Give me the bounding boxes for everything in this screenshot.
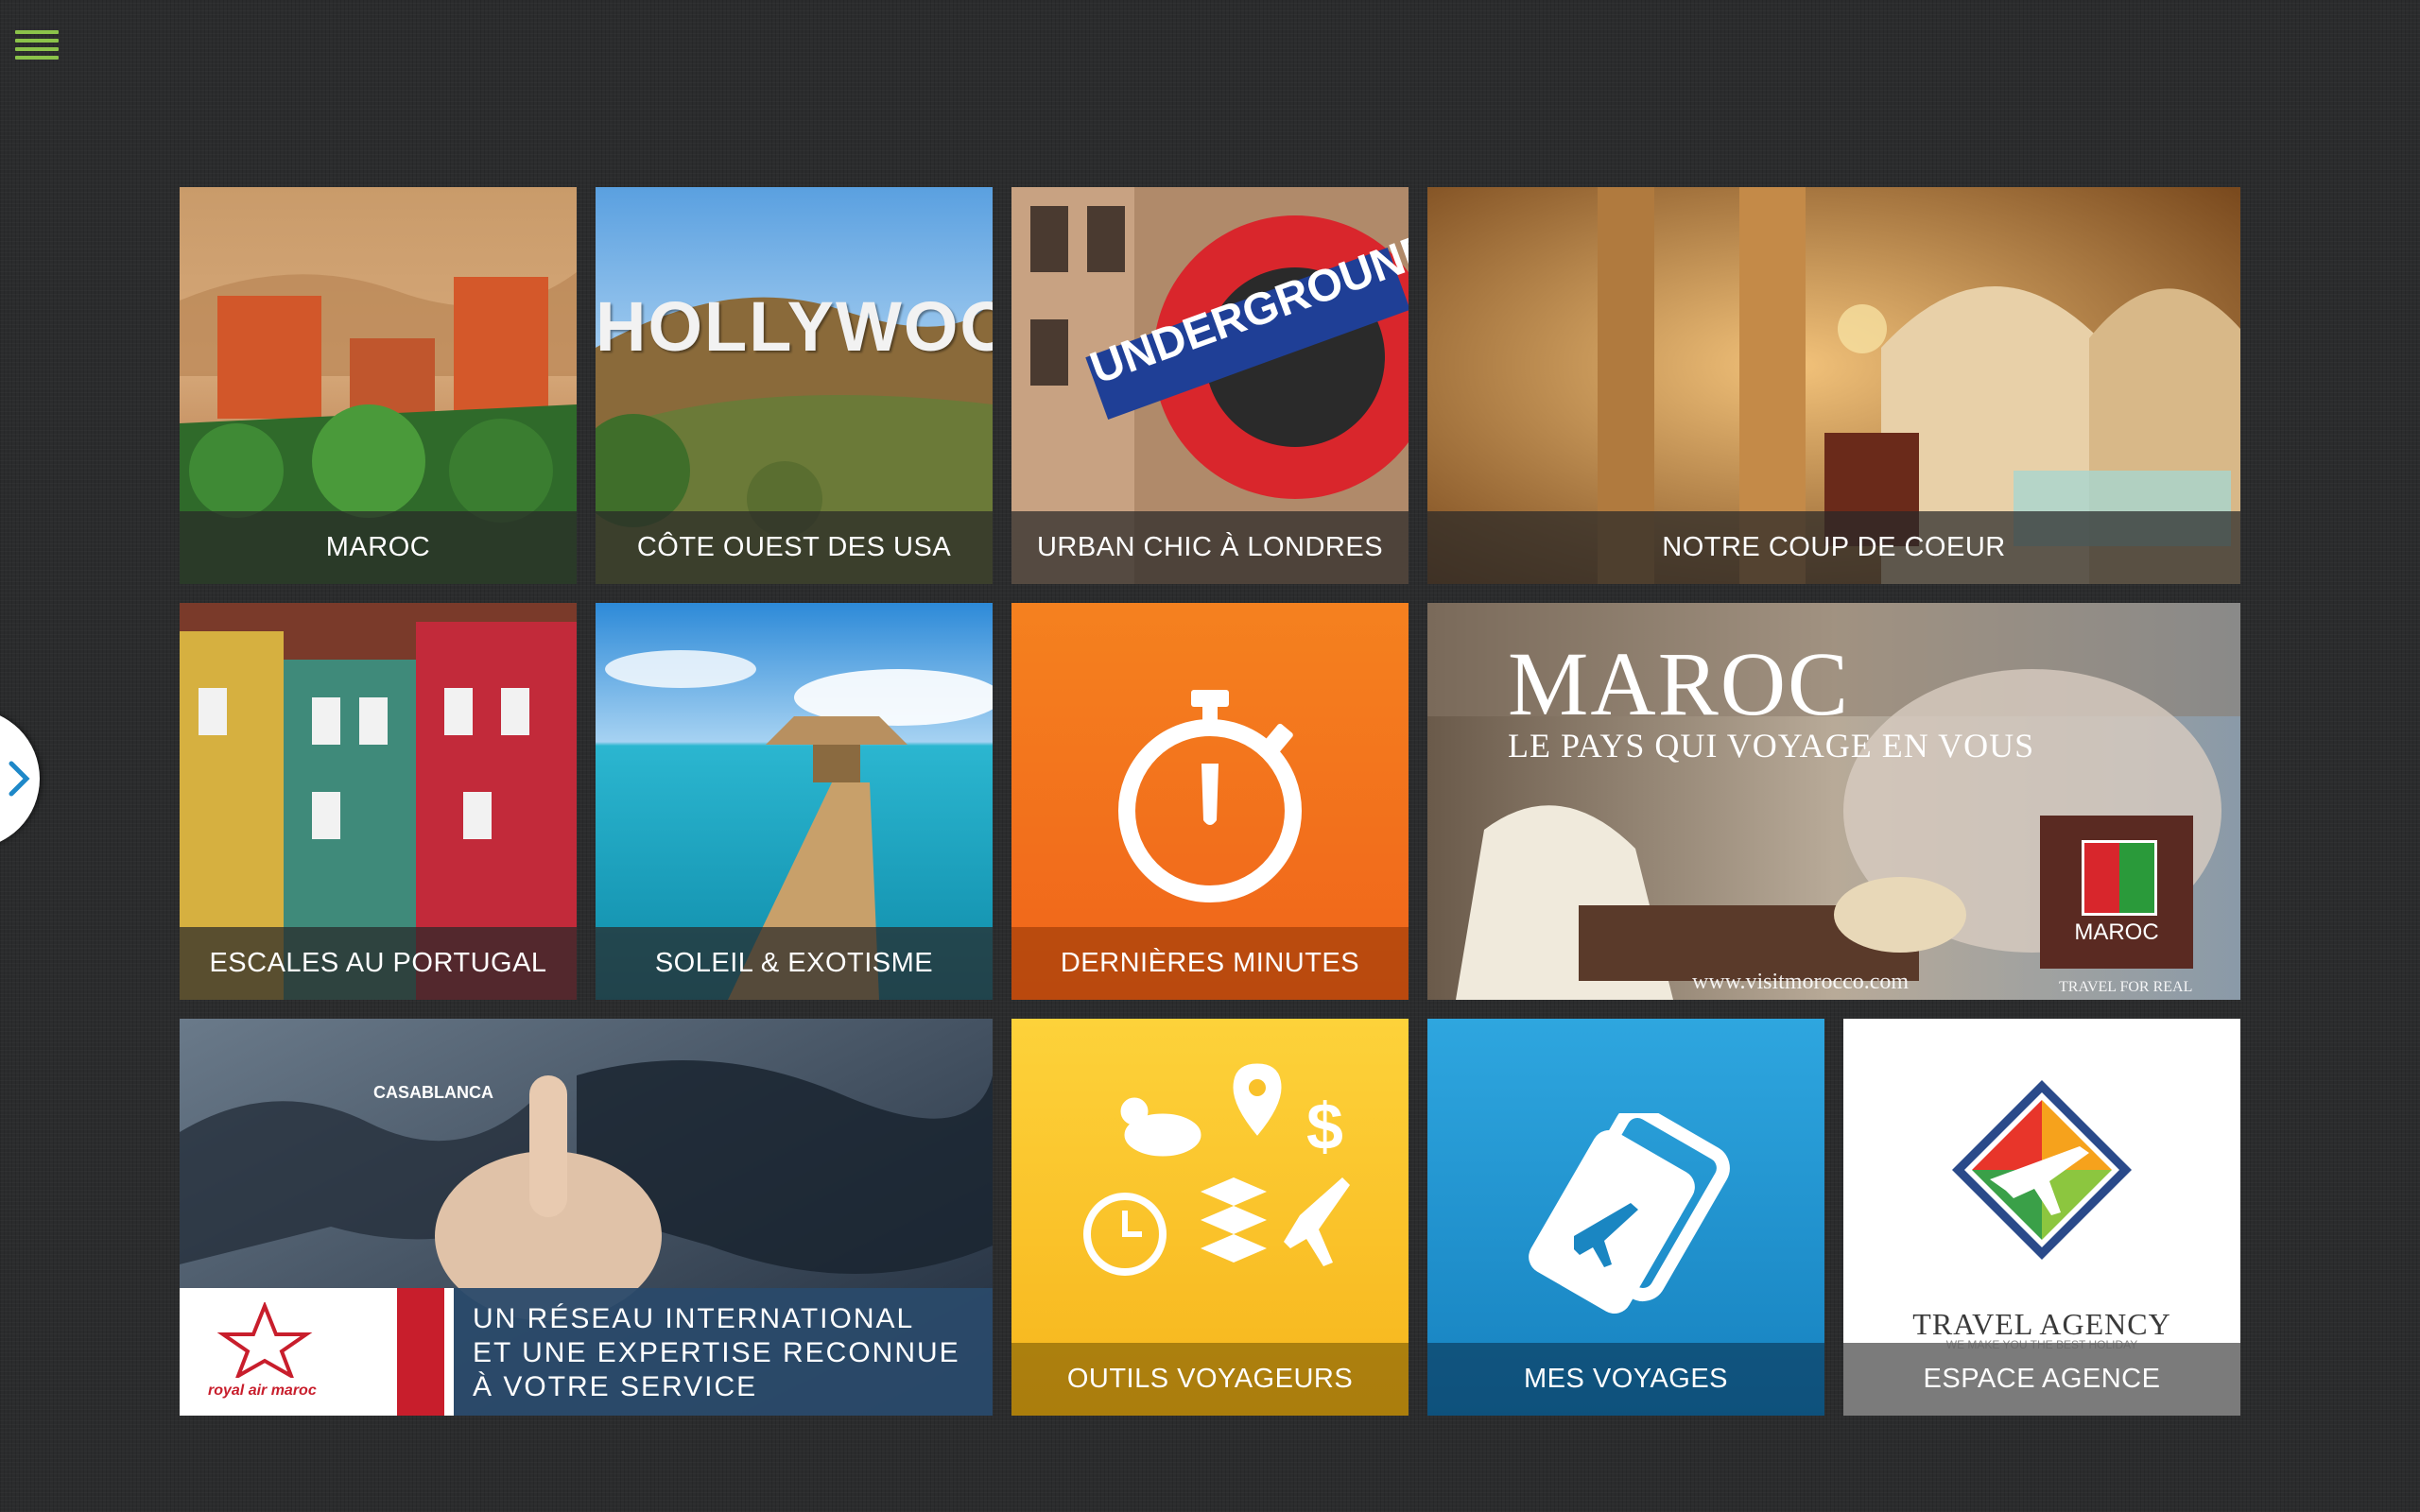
stopwatch-icon xyxy=(1118,690,1302,902)
tile-espace-agence[interactable]: TRAVEL AGENCY WE MAKE YOU THE BEST HOLID… xyxy=(1843,1019,2240,1416)
tile-mes-voyages[interactable]: MES VOYAGES xyxy=(1427,1019,1824,1416)
maroc-badge: MAROC xyxy=(2040,816,2193,969)
hamburger-icon-bar xyxy=(15,39,59,43)
side-drawer-tab[interactable] xyxy=(0,709,40,849)
tile-caption: OUTILS VOYAGEURS xyxy=(1011,1343,1409,1416)
dropbox-icon xyxy=(1201,1177,1267,1263)
ram-slogan-line: ET UNE EXPERTISE RECONNUE xyxy=(473,1337,960,1368)
tile-caption: MES VOYAGES xyxy=(1427,1343,1824,1416)
dollar-icon: $ xyxy=(1306,1090,1343,1163)
tile-caption: MAROC xyxy=(180,511,577,584)
tile-caption: NOTRE COUP DE COEUR xyxy=(1427,511,2240,584)
tile-caption: URBAN CHIC À LONDRES xyxy=(1011,511,1409,584)
tile-caption: ESPACE AGENCE xyxy=(1843,1343,2240,1416)
maroc-promo-title: MAROC xyxy=(1508,633,1851,734)
maroc-promo-url: www.visitmorocco.com xyxy=(1692,970,1910,994)
agency-name: TRAVEL AGENCY xyxy=(1912,1307,2171,1341)
tile-caption: ESCALES AU PORTUGAL xyxy=(180,927,577,1000)
tile-cote-ouest-usa[interactable]: HOLLYWOOD CÔTE OUEST DES USA xyxy=(596,187,993,584)
ram-slogan-line: À VOTRE SERVICE xyxy=(473,1371,758,1402)
tile-outils-voyageurs[interactable]: $ OUTILS VOYAGEURS xyxy=(1011,1019,1409,1416)
ram-slogan: UN RÉSEAU INTERNATIONAL ET UNE EXPERTISE… xyxy=(473,1302,960,1404)
tile-urban-chic-londres[interactable]: UNDERGROUND URBAN CHIC À LONDRES xyxy=(1011,187,1409,584)
cloud-icon xyxy=(1124,1113,1201,1157)
maroc-badge-logo xyxy=(2082,840,2157,916)
royal-air-maroc-brand: royal air maroc xyxy=(208,1383,317,1399)
tile-escales-portugal[interactable]: ESCALES AU PORTUGAL xyxy=(180,603,577,1000)
maroc-promo-subtitle: LE PAYS QUI VOYAGE EN VOUS xyxy=(1508,727,2035,765)
tile-royal-air-maroc[interactable]: CASABLANCA royal air maroc UN RÉSEAU INT… xyxy=(180,1019,993,1416)
maroc-badge-text: MAROC xyxy=(2074,919,2159,945)
travel-agency-logo xyxy=(1952,1080,2132,1260)
boarding-pass-plane-icon xyxy=(1529,1113,1730,1314)
tile-caption: SOLEIL & EXOTISME xyxy=(596,927,993,1000)
tile-coup-de-coeur[interactable]: NOTRE COUP DE COEUR xyxy=(1427,187,2240,584)
royal-air-maroc-star-icon xyxy=(216,1302,313,1378)
airplane-icon xyxy=(1284,1177,1350,1266)
hamburger-icon-bar xyxy=(15,56,59,60)
ram-slogan-line: UN RÉSEAU INTERNATIONAL xyxy=(473,1303,915,1334)
tile-soleil-exotisme[interactable]: SOLEIL & EXOTISME xyxy=(596,603,993,1000)
tile-caption: CÔTE OUEST DES USA xyxy=(596,511,993,584)
menu-button[interactable] xyxy=(15,30,59,62)
tile-caption: DERNIÈRES MINUTES xyxy=(1011,927,1409,1000)
tile-maroc[interactable]: MAROC xyxy=(180,187,577,584)
tile-maroc-promo[interactable]: MAROC LE PAYS QUI VOYAGE EN VOUS MAROC w… xyxy=(1427,603,2240,1000)
casablanca-label: CASABLANCA xyxy=(373,1083,493,1102)
location-pin-icon xyxy=(1233,1063,1282,1136)
hollywood-sign-text: HOLLYWOOD xyxy=(596,287,993,366)
hamburger-icon xyxy=(15,30,59,34)
chevron-right-icon xyxy=(9,761,30,797)
hamburger-icon-bar xyxy=(15,47,59,51)
maroc-promo-tagline: TRAVEL FOR REAL xyxy=(2059,979,2193,995)
travel-tools-icons: $ xyxy=(1083,1063,1350,1276)
tile-dernieres-minutes[interactable]: DERNIÈRES MINUTES xyxy=(1011,603,1409,1000)
